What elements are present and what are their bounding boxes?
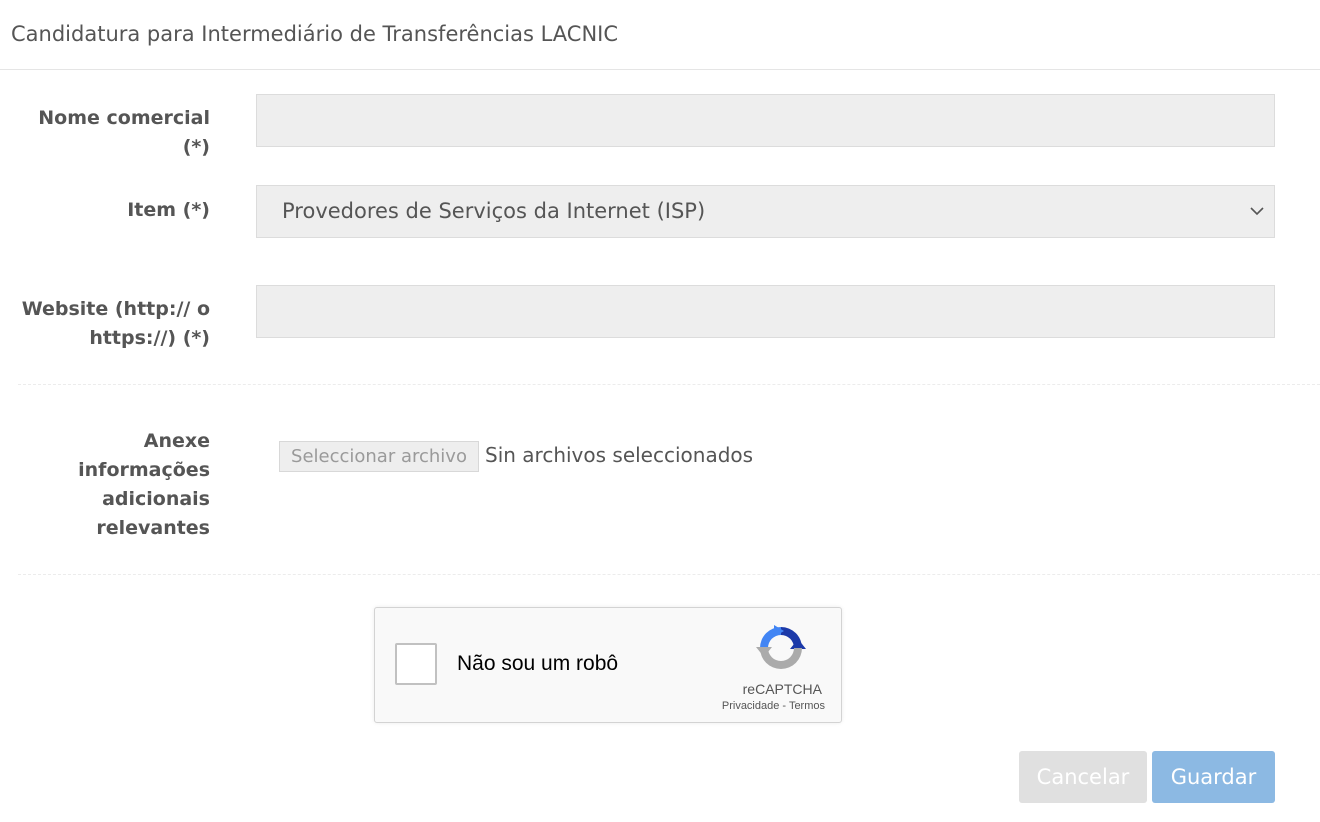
recaptcha-checkbox[interactable]: [395, 643, 437, 685]
recaptcha-logo-icon: [756, 625, 806, 669]
section-divider: [18, 384, 1320, 385]
website-field[interactable]: [256, 285, 1275, 338]
anexe-label: Anexe informações adicionais relevantes: [78, 430, 210, 539]
recaptcha-privacy-link[interactable]: Privacidade: [722, 700, 779, 712]
chevron-down-icon: [1250, 207, 1264, 216]
item-selected-value: Provedores de Serviços da Internet (ISP): [282, 199, 706, 223]
file-status-text: Sin archivos seleccionados: [485, 443, 754, 467]
recaptcha-link-separator: -: [779, 700, 789, 712]
recaptcha-label: Não sou um robô: [457, 652, 619, 675]
select-file-button[interactable]: Seleccionar archivo: [279, 441, 479, 472]
website-input[interactable]: [257, 286, 1274, 337]
recaptcha-brand: reCAPTCHA: [742, 681, 822, 697]
nome-comercial-label: Nome comercial (*): [38, 107, 210, 158]
nome-comercial-input[interactable]: [257, 95, 1274, 146]
website-label: Website (http:// o https://) (*): [21, 298, 210, 349]
recaptcha-terms-link[interactable]: Termos: [789, 700, 825, 712]
section-divider: [18, 574, 1320, 575]
recaptcha-widget: Não sou um robô reCAPTCHA Privacidade - …: [374, 607, 842, 723]
cancel-button[interactable]: Cancelar: [1019, 751, 1147, 803]
item-label: Item (*): [127, 199, 210, 221]
save-button[interactable]: Guardar: [1152, 751, 1275, 803]
nome-comercial-field[interactable]: [256, 94, 1275, 147]
item-select[interactable]: Provedores de Serviços da Internet (ISP): [256, 185, 1275, 238]
dialog-header: Candidatura para Intermediário de Transf…: [0, 0, 1320, 70]
page-title: Candidatura para Intermediário de Transf…: [11, 22, 619, 46]
recaptcha-links: Privacidade - Termos: [722, 700, 825, 712]
